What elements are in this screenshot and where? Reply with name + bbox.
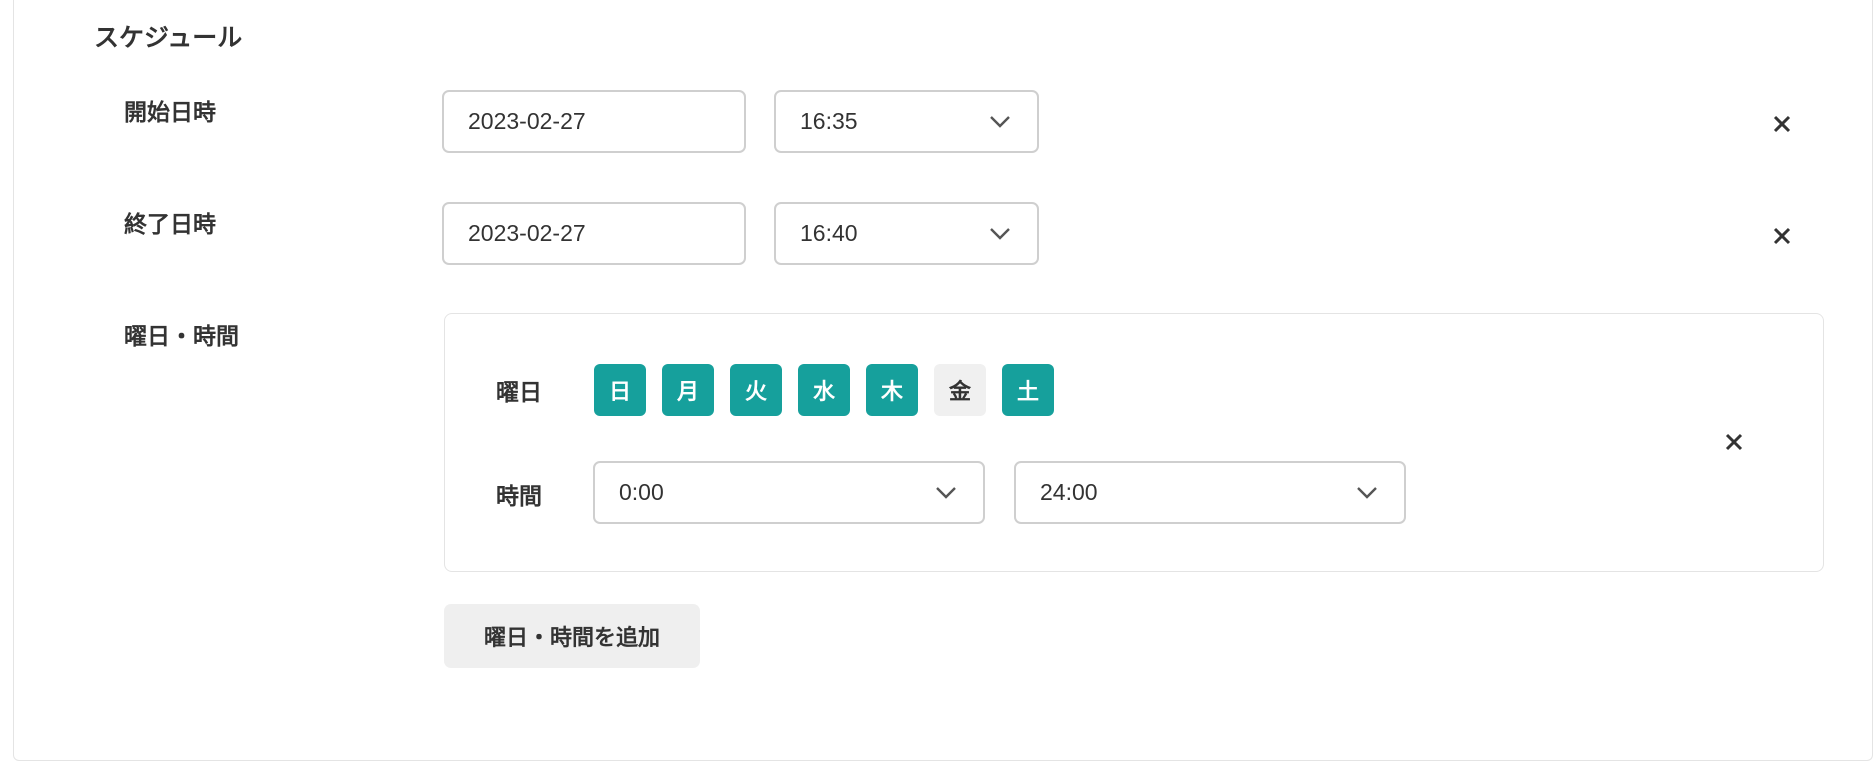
day-toggle-wednesday[interactable]: 水: [798, 364, 850, 416]
close-icon[interactable]: [1773, 227, 1791, 245]
chevron-down-icon: [1357, 486, 1377, 499]
time-to-value: 24:00: [1040, 479, 1098, 505]
end-datetime-label: 終了日時: [124, 212, 216, 238]
day-toggle-monday[interactable]: 月: [662, 364, 714, 416]
weekday-time-label: 曜日・時間: [124, 324, 239, 350]
chevron-down-icon: [990, 115, 1010, 128]
schedule-card: スケジュール 開始日時 2023-02-27 16:35 終了日時 2023-0…: [13, 0, 1873, 761]
start-time-value: 16:35: [800, 108, 858, 134]
time-to-select[interactable]: 24:00: [1014, 461, 1406, 524]
end-date-input[interactable]: 2023-02-27: [442, 202, 746, 265]
section-title: スケジュール: [94, 23, 243, 52]
end-time-select[interactable]: 16:40: [774, 202, 1039, 265]
day-toggle-thursday[interactable]: 木: [866, 364, 918, 416]
day-toggle-tuesday[interactable]: 火: [730, 364, 782, 416]
end-date-value: 2023-02-27: [468, 220, 586, 246]
day-toggle-saturday[interactable]: 土: [1002, 364, 1054, 416]
close-icon[interactable]: [1725, 433, 1743, 451]
time-from-select[interactable]: 0:00: [593, 461, 985, 524]
weekday-time-panel: 曜日 日 月 火 水 木 金 土 時間 0:00 24:00: [444, 313, 1824, 572]
day-toggle-sunday[interactable]: 日: [594, 364, 646, 416]
close-icon[interactable]: [1773, 115, 1791, 133]
chevron-down-icon: [990, 227, 1010, 240]
start-datetime-label: 開始日時: [124, 100, 216, 126]
chevron-down-icon: [936, 486, 956, 499]
weekday-label: 曜日: [496, 380, 542, 406]
start-time-select[interactable]: 16:35: [774, 90, 1039, 153]
start-date-value: 2023-02-27: [468, 108, 586, 134]
start-date-input[interactable]: 2023-02-27: [442, 90, 746, 153]
end-time-value: 16:40: [800, 220, 858, 246]
day-toggle-friday[interactable]: 金: [934, 364, 986, 416]
time-label: 時間: [496, 484, 542, 510]
add-weekday-time-button[interactable]: 曜日・時間を追加: [444, 604, 700, 668]
time-from-value: 0:00: [619, 479, 664, 505]
